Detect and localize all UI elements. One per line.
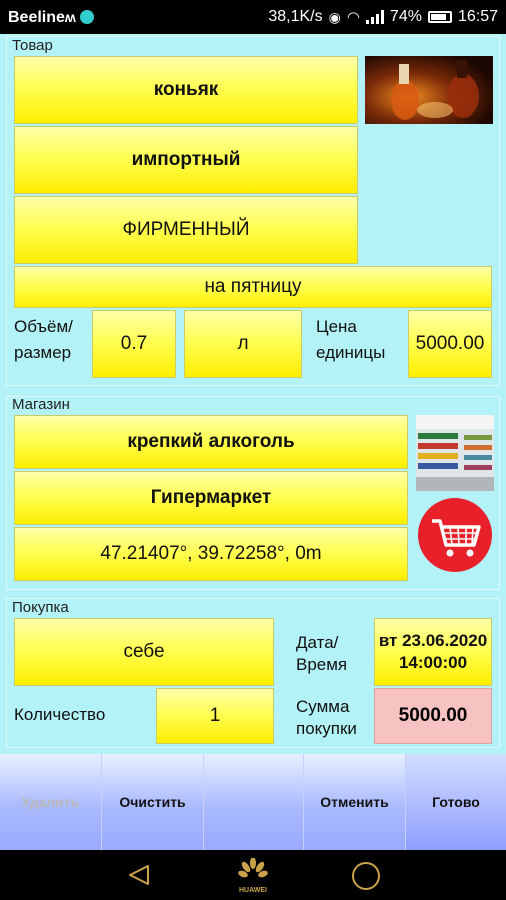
done-button[interactable]: Готово [406, 754, 506, 850]
delete-button[interactable]: Удалить [0, 754, 102, 850]
volume-label-line2: размер [14, 343, 72, 362]
status-right: 38,1K/s ◉ ◠ 74% 16:57 [268, 8, 498, 26]
product-brand-button[interactable]: ФИРМЕННЫЙ [14, 196, 358, 264]
product-note-button[interactable]: на пятницу [14, 266, 492, 308]
cart-button[interactable] [416, 497, 494, 573]
unit-button[interactable]: л [184, 310, 302, 378]
location-icon: ◉ [328, 8, 341, 25]
product-photo[interactable] [365, 56, 493, 124]
shopping-cart-icon [418, 498, 492, 572]
product-origin-button[interactable]: импортный [14, 126, 358, 194]
datetime-label: Дата/ Время [296, 632, 347, 676]
wave-icon: ʍ [64, 9, 76, 25]
battery-icon [427, 11, 452, 23]
datetime-label-line2: Время [296, 655, 348, 674]
cognac-image [365, 56, 493, 124]
for-whom-button[interactable]: себе [14, 618, 274, 686]
verified-icon [79, 10, 94, 24]
product-section-label: Товар [12, 37, 53, 54]
store-section-label: Магазин [12, 396, 70, 413]
carrier-name: Beelineʍ [8, 8, 94, 27]
price-label-line1: Цена [316, 317, 357, 336]
back-icon[interactable] [126, 864, 152, 886]
network-speed: 38,1K/s [268, 8, 323, 25]
price-value-button[interactable]: 5000.00 [408, 310, 492, 378]
brand-text: HUAWEI [239, 887, 267, 894]
cancel-button[interactable]: Отменить [304, 754, 406, 850]
clear-button[interactable]: Очистить [102, 754, 204, 850]
volume-label-line1: Объём/ [14, 317, 73, 336]
price-label-line2: единицы [316, 343, 386, 362]
volume-value-button[interactable]: 0.7 [92, 310, 176, 378]
clock: 16:57 [457, 8, 498, 25]
quantity-button[interactable]: 1 [156, 688, 274, 744]
date-text: вт 23.06.2020 [378, 631, 488, 650]
sum-label: Сумма покупки [296, 696, 357, 740]
datetime-label-line1: Дата/ [296, 633, 339, 652]
carrier-text: Beeline [8, 9, 65, 26]
purchase-section-label: Покупка [12, 599, 69, 616]
store-category-button[interactable]: крепкий алкоголь [14, 415, 408, 469]
home-icon[interactable]: HUAWEI [238, 857, 268, 894]
sum-value: 5000.00 [374, 688, 492, 744]
datetime-button[interactable]: вт 23.06.2020 14:00:00 [374, 618, 492, 686]
wifi-icon: ◠ [346, 9, 360, 26]
sum-label-line2: покупки [296, 719, 357, 738]
store-coords-button[interactable]: 47.21407°, 39.72258°, 0m [14, 527, 408, 581]
supermarket-image [416, 415, 494, 491]
price-label: Цена единицы [316, 316, 385, 364]
volume-label: Объём/ размер [14, 316, 73, 364]
signal-icon [365, 10, 384, 24]
store-photo[interactable] [416, 415, 494, 491]
empty-action-slot [204, 754, 304, 850]
quantity-label: Количество [14, 705, 106, 724]
product-name-button[interactable]: коньяк [14, 56, 358, 124]
battery-percent: 74% [389, 8, 422, 25]
time-text: 14:00:00 [398, 653, 468, 672]
recent-apps-icon[interactable] [352, 862, 380, 890]
sum-label-line1: Сумма [296, 697, 350, 716]
store-name-button[interactable]: Гипермаркет [14, 471, 408, 525]
status-bar: Beelineʍ 38,1K/s ◉ ◠ 74% 16:57 [0, 0, 506, 34]
